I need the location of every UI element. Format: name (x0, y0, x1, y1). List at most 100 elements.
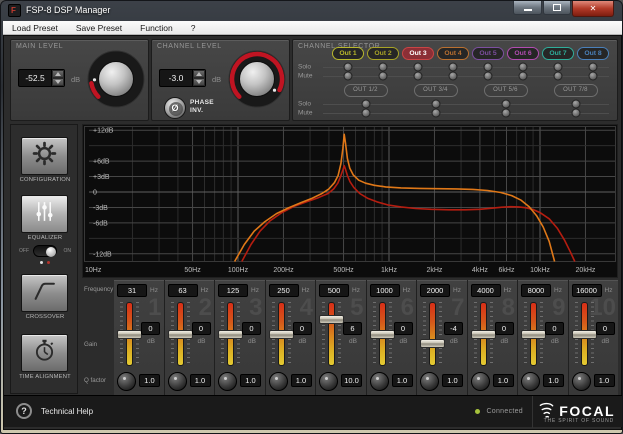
toggle-track[interactable] (33, 245, 57, 257)
q-factor-knob[interactable] (572, 372, 591, 391)
frequency-value-box[interactable]: 8000 (521, 284, 551, 297)
menu-item-save-preset[interactable]: Save Preset (67, 21, 131, 35)
sidebar-item-time-alignment[interactable] (21, 334, 68, 372)
q-factor-knob[interactable] (168, 372, 187, 391)
q-value-box[interactable]: 10.0 (341, 374, 362, 387)
solo-button-out-3[interactable] (414, 63, 423, 72)
gain-slider[interactable] (429, 302, 436, 366)
slider-handle[interactable] (521, 330, 546, 339)
frequency-value-box[interactable]: 250 (269, 284, 299, 297)
solo-button-pair-1[interactable] (361, 100, 370, 109)
sidebar-item-equalizer[interactable] (21, 195, 68, 233)
q-value-box[interactable]: 1.0 (240, 374, 261, 387)
eq-on-off-toggle[interactable]: OFFON (11, 245, 79, 267)
gain-slider[interactable] (328, 302, 335, 366)
mute-button-pair-3[interactable] (501, 109, 510, 118)
q-factor-knob[interactable] (218, 372, 237, 391)
menu-item-load-preset[interactable]: Load Preset (3, 21, 67, 35)
mute-button-out-5[interactable] (484, 72, 493, 81)
slider-handle[interactable] (218, 330, 243, 339)
out-pair-button-out-1-2[interactable]: OUT 1/2 (344, 84, 388, 97)
out-button-2[interactable]: Out 2 (367, 47, 399, 60)
frequency-value-box[interactable]: 16000 (572, 284, 602, 297)
out-button-8[interactable]: Out 8 (577, 47, 609, 60)
solo-button-out-8[interactable] (589, 63, 598, 72)
main-level-spin-down[interactable] (52, 78, 64, 86)
frequency-value-box[interactable]: 125 (218, 284, 248, 297)
slider-handle[interactable] (471, 330, 496, 339)
slider-handle[interactable] (370, 330, 395, 339)
solo-button-out-2[interactable] (379, 63, 388, 72)
q-factor-knob[interactable] (420, 372, 439, 391)
mute-button-pair-1[interactable] (361, 109, 370, 118)
slider-handle[interactable] (420, 339, 445, 348)
main-level-spin-up[interactable] (52, 70, 64, 78)
frequency-value-box[interactable]: 1000 (370, 284, 400, 297)
frequency-value-box[interactable]: 2000 (420, 284, 450, 297)
gain-value-box[interactable]: 0 (293, 322, 312, 335)
out-button-7[interactable]: Out 7 (542, 47, 574, 60)
mute-button-pair-2[interactable] (431, 109, 440, 118)
q-value-box[interactable]: 1.0 (392, 374, 413, 387)
gain-value-box[interactable]: 0 (394, 322, 413, 335)
solo-button-out-6[interactable] (519, 63, 528, 72)
q-value-box[interactable]: 1.0 (139, 374, 160, 387)
main-level-knob[interactable] (87, 50, 145, 108)
q-value-box[interactable]: 1.0 (190, 374, 211, 387)
q-factor-knob[interactable] (521, 372, 540, 391)
close-button[interactable]: ✕ (572, 1, 614, 17)
out-button-6[interactable]: Out 6 (507, 47, 539, 60)
mute-button-out-1[interactable] (344, 72, 353, 81)
out-button-3[interactable]: Out 3 (402, 47, 434, 60)
q-value-box[interactable]: 1.0 (594, 374, 615, 387)
slider-handle[interactable] (117, 330, 142, 339)
minimize-button[interactable] (513, 1, 542, 15)
slider-handle[interactable] (572, 330, 597, 339)
mute-button-out-8[interactable] (589, 72, 598, 81)
gain-value-box[interactable]: -4 (444, 322, 463, 335)
mute-button-out-7[interactable] (554, 72, 563, 81)
q-factor-knob[interactable] (319, 372, 338, 391)
q-value-box[interactable]: 1.0 (442, 374, 463, 387)
out-pair-button-out-7-8[interactable]: OUT 7/8 (554, 84, 598, 97)
q-factor-knob[interactable] (471, 372, 490, 391)
gain-value-box[interactable]: 0 (141, 322, 160, 335)
slider-handle[interactable] (168, 330, 193, 339)
out-button-5[interactable]: Out 5 (472, 47, 504, 60)
technical-help-button[interactable]: ? Technical Help (16, 403, 93, 419)
mute-button-out-2[interactable] (379, 72, 388, 81)
q-factor-knob[interactable] (269, 372, 288, 391)
channel-level-spin-up[interactable] (193, 70, 205, 78)
channel-level-value-box[interactable]: -3.0 (159, 69, 206, 87)
q-value-box[interactable]: 1.0 (291, 374, 312, 387)
gain-value-box[interactable]: 0 (495, 322, 514, 335)
out-button-1[interactable]: Out 1 (332, 47, 364, 60)
sidebar-item-configuration[interactable] (21, 137, 68, 175)
q-factor-knob[interactable] (370, 372, 389, 391)
solo-button-out-5[interactable] (484, 63, 493, 72)
maximize-button[interactable] (543, 1, 571, 15)
solo-button-pair-2[interactable] (431, 100, 440, 109)
frequency-value-box[interactable]: 63 (168, 284, 198, 297)
gain-value-box[interactable]: 0 (242, 322, 261, 335)
out-button-4[interactable]: Out 4 (437, 47, 469, 60)
channel-level-spin-down[interactable] (193, 78, 205, 86)
q-value-box[interactable]: 1.0 (543, 374, 564, 387)
menu-item-function[interactable]: Function (131, 21, 182, 35)
sidebar-item-crossover[interactable] (21, 274, 68, 312)
solo-button-out-4[interactable] (449, 63, 458, 72)
mute-button-out-4[interactable] (449, 72, 458, 81)
mute-button-pair-4[interactable] (571, 109, 580, 118)
toggle-knob[interactable] (46, 247, 56, 257)
solo-button-out-1[interactable] (344, 63, 353, 72)
mute-button-out-3[interactable] (414, 72, 423, 81)
out-pair-button-out-3-4[interactable]: OUT 3/4 (414, 84, 458, 97)
q-value-box[interactable]: 1.0 (493, 374, 514, 387)
channel-level-knob[interactable] (228, 50, 286, 108)
frequency-value-box[interactable]: 31 (117, 284, 147, 297)
slider-handle[interactable] (319, 315, 344, 324)
gain-value-box[interactable]: 6 (343, 322, 362, 335)
frequency-value-box[interactable]: 4000 (471, 284, 501, 297)
slider-handle[interactable] (269, 330, 294, 339)
frequency-value-box[interactable]: 500 (319, 284, 349, 297)
